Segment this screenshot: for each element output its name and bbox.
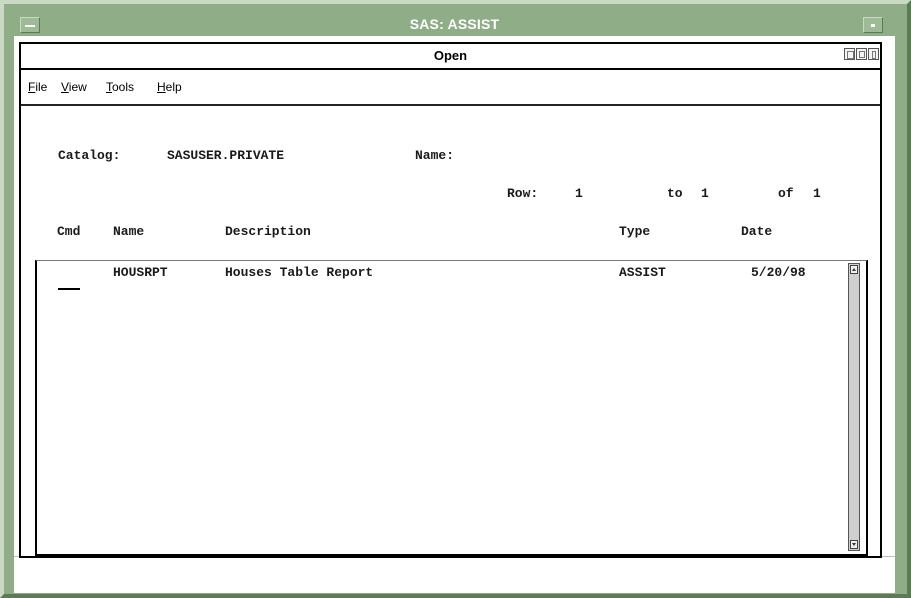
catalog-label: Catalog:	[58, 148, 121, 163]
row-of-label: of	[778, 186, 794, 201]
entry-type: ASSIST	[619, 265, 666, 280]
column-header-cmd: Cmd	[57, 224, 81, 239]
menu-view-accelerator: V	[61, 80, 69, 94]
open-dialog: Open File View Tools Help Catalog: SASUS…	[19, 42, 882, 558]
catalog-value: SASUSER.PRIVATE	[167, 148, 285, 163]
row-to: 1	[701, 186, 709, 201]
menu-file-label: ile	[35, 80, 48, 94]
menu-view-label: iew	[68, 80, 87, 94]
minimize-button[interactable]	[863, 17, 883, 33]
minimize-icon	[871, 24, 875, 27]
entry-description: Houses Table Report	[225, 265, 374, 280]
column-header-description: Description	[225, 224, 311, 239]
column-header-type: Type	[619, 224, 651, 239]
catalog-entry-list[interactable]: HOUSRPT Houses Table Report ASSIST 5/20/…	[35, 260, 868, 556]
row-label: Row:	[507, 186, 539, 201]
row-to-label: to	[667, 186, 683, 201]
window-divider	[880, 42, 882, 552]
outer-window-titlebar[interactable]: SAS: ASSIST	[14, 14, 895, 36]
row-from: 1	[575, 186, 583, 201]
menu-tools-label: ools	[112, 80, 135, 94]
menu-help[interactable]: Help	[157, 80, 182, 94]
menu-help-label: elp	[165, 80, 182, 94]
row-total: 1	[813, 186, 821, 201]
scroll-down-arrow-icon[interactable]	[850, 540, 858, 549]
menu-bar: File View Tools Help	[21, 70, 880, 106]
menu-help-accelerator: H	[157, 80, 166, 94]
command-input[interactable]	[58, 288, 80, 290]
menu-file[interactable]: File	[28, 80, 47, 94]
status-bar	[14, 556, 895, 593]
restore-icon[interactable]	[844, 48, 855, 60]
outer-window-title: SAS: ASSIST	[409, 16, 500, 32]
column-header-date: Date	[741, 224, 773, 239]
entry-date: 5/20/98	[751, 265, 806, 280]
menu-tools[interactable]: Tools	[106, 80, 134, 94]
menu-view[interactable]: View	[61, 80, 87, 94]
dialog-titlebar[interactable]: Open	[21, 44, 880, 70]
table-row[interactable]: HOUSRPT Houses Table Report ASSIST 5/20/…	[37, 261, 847, 291]
column-header-name: Name	[113, 224, 145, 239]
name-label: Name:	[415, 148, 455, 163]
vertical-scrollbar[interactable]	[848, 263, 860, 551]
dialog-title: Open	[433, 48, 468, 63]
scroll-up-arrow-icon[interactable]	[850, 265, 858, 274]
maximize-icon[interactable]	[856, 48, 867, 60]
entry-name: HOUSRPT	[113, 265, 168, 280]
close-icon[interactable]	[868, 48, 879, 60]
